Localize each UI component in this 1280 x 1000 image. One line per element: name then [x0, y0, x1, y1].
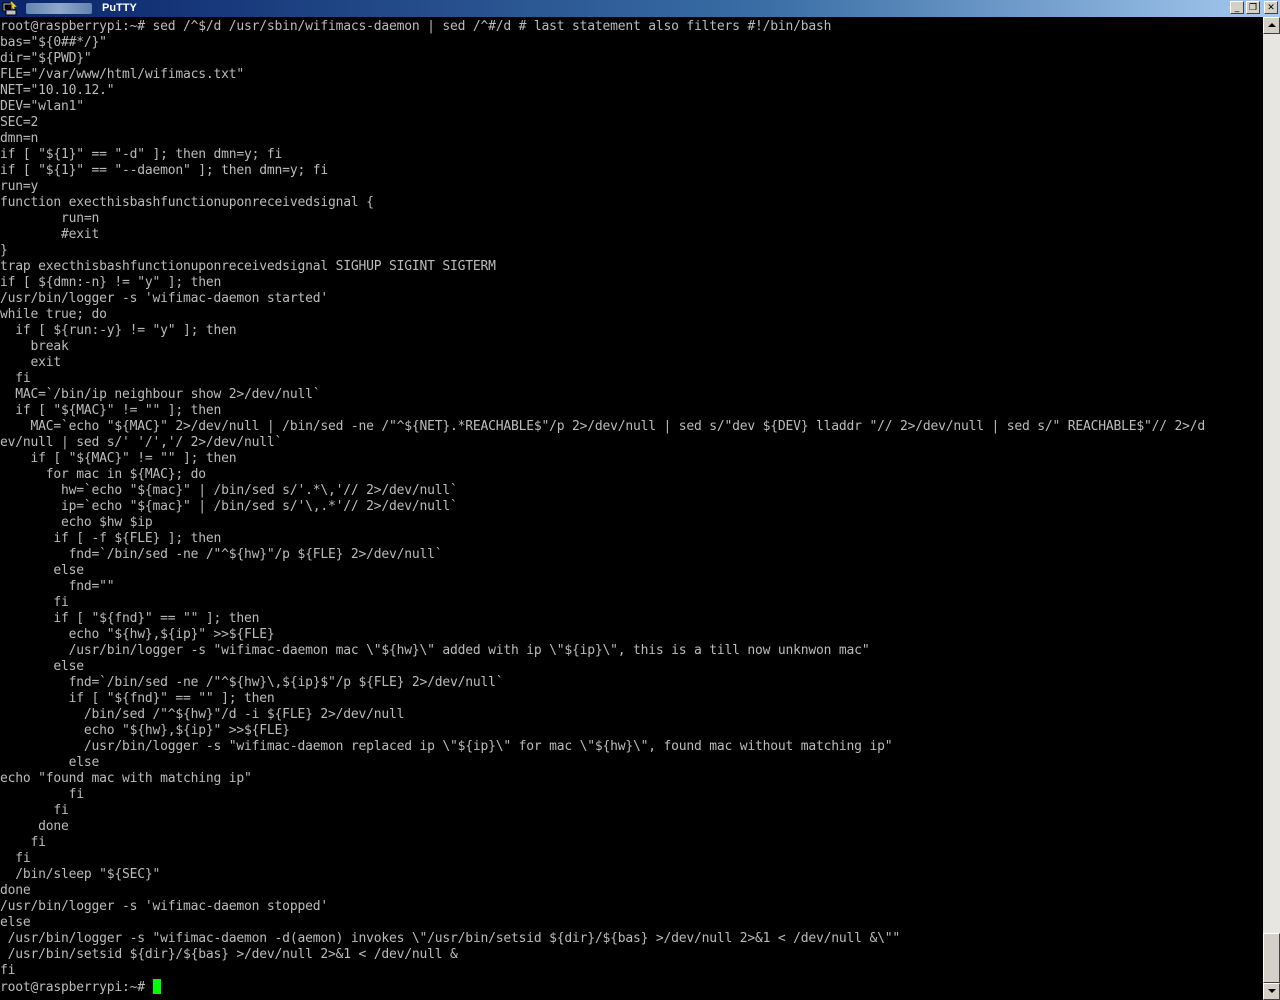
scrollbar-thumb[interactable]	[1263, 933, 1280, 983]
terminal-line: root@raspberrypi:~# sed /^$/d /usr/sbin/…	[0, 19, 832, 34]
terminal-line: for mac in ${MAC}; do	[0, 467, 206, 482]
terminal-output[interactable]: root@raspberrypi:~# sed /^$/d /usr/sbin/…	[0, 19, 1263, 1000]
blurred-hostname	[26, 3, 92, 14]
terminal-line: fi	[0, 595, 69, 610]
terminal-line: echo "${hw},${ip}" >>${FLE}	[0, 723, 290, 738]
terminal-line: while true; do	[0, 307, 107, 322]
terminal-line: /usr/bin/logger -s "wifimac-daemon mac \…	[0, 643, 870, 658]
terminal-line: fi	[0, 371, 31, 386]
terminal-line: NET="10.10.12."	[0, 83, 115, 98]
terminal-line: if [ "${MAC}" != "" ]; then	[0, 403, 222, 418]
terminal-line: DEV="wlan1"	[0, 99, 84, 114]
terminal-line: fnd=`/bin/sed -ne /"^${hw}\,${ip}$"/p ${…	[0, 675, 504, 690]
terminal-line: ip=`echo "${mac}" | /bin/sed s/'\,.*'// …	[0, 499, 458, 514]
terminal-line: fi	[0, 963, 16, 978]
putty-window: PuTTY _ ❐ ✕ root@raspberrypi:~# sed /^$/…	[0, 0, 1280, 1000]
terminal-line: fi	[0, 787, 84, 802]
terminal-line: if [ -f ${FLE} ]; then	[0, 531, 222, 546]
terminal-line: /usr/bin/logger -s 'wifimac-daemon stopp…	[0, 899, 328, 914]
terminal-line: run=y	[0, 179, 39, 194]
terminal-line: fi	[0, 803, 69, 818]
terminal-line: hw=`echo "${mac}" | /bin/sed s/'.*\,'// …	[0, 483, 458, 498]
terminal-line: break	[0, 339, 69, 354]
terminal-line: /bin/sed /"^${hw}"/d -i ${FLE} 2>/dev/nu…	[0, 707, 405, 722]
terminal-line: else	[0, 563, 84, 578]
terminal-line: /usr/bin/logger -s "wifimac-daemon -d(ae…	[0, 931, 901, 946]
terminal-line: if [ "${1}" == "-d" ]; then dmn=y; fi	[0, 147, 283, 162]
terminal-line: exit	[0, 355, 62, 370]
putty-icon[interactable]	[2, 1, 17, 16]
terminal-line: #exit	[0, 227, 100, 242]
terminal-line: dmn=n	[0, 131, 39, 146]
terminal-line: trap execthisbashfunctionuponreceivedsig…	[0, 259, 496, 274]
prompt-line[interactable]: root@raspberrypi:~#	[0, 979, 1263, 995]
window-title: PuTTY	[102, 2, 137, 14]
terminal-line: MAC=`/bin/ip neighbour show 2>/dev/null`	[0, 387, 321, 402]
terminal-line: else	[0, 755, 100, 770]
terminal-line: if [ ${dmn:-n} != "y" ]; then	[0, 275, 222, 290]
terminal-line: done	[0, 883, 31, 898]
terminal-line: if [ "${fnd}" == "" ]; then	[0, 611, 260, 626]
terminal-line: if [ "${MAC}" != "" ]; then	[0, 451, 237, 466]
terminal-line: else	[0, 915, 31, 930]
terminal-line: echo "found mac with matching ip"	[0, 771, 252, 786]
terminal-line: done	[0, 819, 69, 834]
vertical-scrollbar[interactable]	[1263, 17, 1280, 1000]
terminal-line: /bin/sleep "${SEC}"	[0, 867, 161, 882]
terminal-line: run=n	[0, 211, 100, 226]
terminal-line: function execthisbashfunctionuponreceive…	[0, 195, 374, 210]
terminal-line: bas="${0##*/}"	[0, 35, 107, 50]
maximize-button[interactable]: ❐	[1246, 1, 1260, 14]
text-cursor	[152, 979, 161, 994]
terminal-line: SEC=2	[0, 115, 39, 130]
terminal-line: echo "${hw},${ip}" >>${FLE}	[0, 627, 275, 642]
terminal-line: fnd=""	[0, 579, 115, 594]
terminal-line: FLE="/var/www/html/wifimacs.txt"	[0, 67, 245, 82]
terminal-line: MAC=`echo "${MAC}" 2>/dev/null | /bin/se…	[0, 419, 1206, 434]
scroll-down-arrow-icon[interactable]	[1263, 983, 1280, 1000]
terminal-line: /usr/bin/setsid ${dir}/${bas} >/dev/null…	[0, 947, 458, 962]
terminal-line: if [ "${fnd}" == "" ]; then	[0, 691, 275, 706]
terminal-line: dir="${PWD}"	[0, 51, 92, 66]
scroll-up-arrow-icon[interactable]	[1263, 17, 1280, 34]
terminal-line: if [ "${1}" == "--daemon" ]; then dmn=y;…	[0, 163, 328, 178]
terminal-line: ev/null | sed s/' '/','/ 2>/dev/null`	[0, 435, 283, 450]
terminal-line: /usr/bin/logger -s "wifimac-daemon repla…	[0, 739, 893, 754]
window-controls: _ ❐ ✕	[1230, 1, 1278, 14]
close-button[interactable]: ✕	[1264, 1, 1278, 14]
terminal-line: echo $hw $ip	[0, 515, 153, 530]
terminal-line: fnd=`/bin/sed -ne /"^${hw}"/p ${FLE} 2>/…	[0, 547, 443, 562]
terminal-line: fi	[0, 851, 31, 866]
terminal-line: }	[0, 243, 8, 258]
terminal-line: fi	[0, 835, 46, 850]
title-bar[interactable]: PuTTY _ ❐ ✕	[0, 0, 1280, 17]
minimize-button[interactable]: _	[1230, 1, 1244, 14]
terminal-line: /usr/bin/logger -s 'wifimac-daemon start…	[0, 291, 328, 306]
terminal-line: else	[0, 659, 84, 674]
terminal-line: if [ ${run:-y} != "y" ]; then	[0, 323, 237, 338]
shell-prompt: root@raspberrypi:~#	[0, 980, 153, 995]
